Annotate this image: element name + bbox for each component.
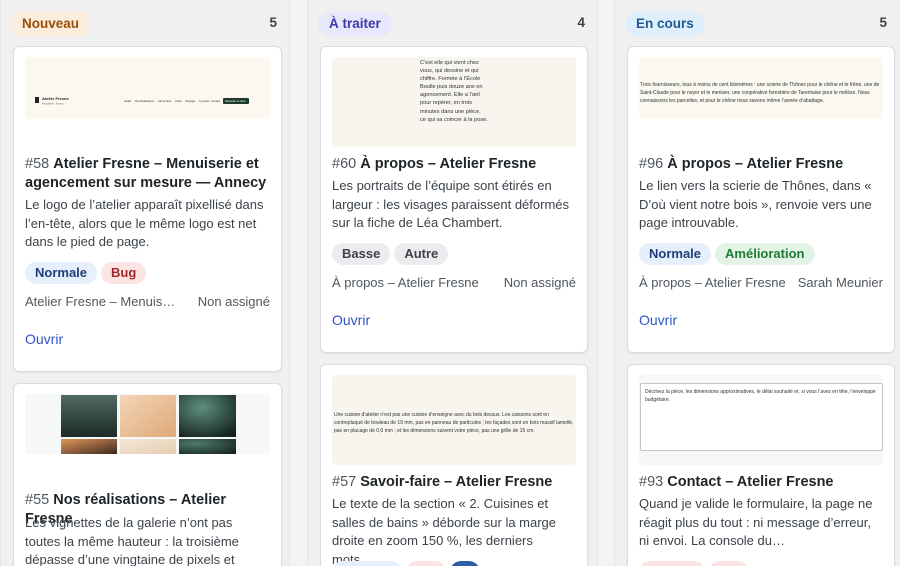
ticket-description: Le lien vers la scierie de Thônes, dans … bbox=[639, 178, 872, 231]
card-meta: À propos – Atelier Fresne Sarah Meunier bbox=[639, 275, 883, 293]
thumb-nav-1: Nos Réalisations bbox=[135, 99, 155, 103]
thumb-nav-6: Contact bbox=[211, 99, 220, 103]
page-thumbnail: Une cuisine d’atelier n’est pas une cuis… bbox=[332, 375, 576, 465]
ticket-title: Atelier Fresne – Menuiserie et agencemen… bbox=[25, 156, 267, 191]
card-meta: Atelier Fresne – Menuiserie et agencemen… bbox=[25, 294, 270, 312]
ticket-description: Quand je valide le formulaire, la page n… bbox=[639, 496, 873, 549]
open-link[interactable]: Ouvrir bbox=[639, 312, 677, 328]
column-header: En cours 5 bbox=[615, 12, 900, 36]
ticket-title: Contact – Atelier Fresne bbox=[667, 474, 834, 490]
column-count: 5 bbox=[269, 15, 277, 30]
tag-stub bbox=[332, 561, 402, 566]
tag-list: Normale Amélioration bbox=[639, 243, 819, 265]
tag-list bbox=[332, 561, 484, 566]
ticket-card-93[interactable]: Décrivez la pièce, les dimensions approx… bbox=[627, 364, 895, 566]
open-link[interactable]: Ouvrir bbox=[25, 331, 63, 347]
gallery-tile-4 bbox=[61, 439, 117, 454]
gallery-tile-6 bbox=[179, 439, 236, 454]
column-count: 4 bbox=[577, 15, 585, 30]
ticket-number: #60 bbox=[332, 156, 357, 172]
card-title: #60 À propos – Atelier Fresne bbox=[332, 155, 576, 174]
header-preview: Atelier Fresne Menuiserie · Annecy Ateli… bbox=[25, 57, 270, 119]
type-tag: Autre bbox=[394, 243, 449, 265]
page-thumbnail: C’est elle qui vient chez vous, qui dess… bbox=[332, 57, 576, 147]
ticket-card-55[interactable]: #55 Nos réalisations – Atelier Fresne Le… bbox=[13, 383, 282, 566]
thumb-text: Trois fournisseurs, tous à moins de cent… bbox=[640, 82, 880, 105]
thumb-nav-2: Savoir-faire bbox=[158, 99, 172, 103]
ticket-description: Les portraits de l’équipe sont étirés en… bbox=[332, 178, 570, 231]
thumb-text: Décrivez la pièce, les dimensions approx… bbox=[645, 389, 876, 403]
type-tag: Amélioration bbox=[715, 243, 815, 265]
card-title: #58 Atelier Fresne – Menuiserie et agenc… bbox=[25, 155, 270, 193]
thumb-nav-0: Atelier bbox=[124, 99, 131, 103]
ticket-number: #58 bbox=[25, 156, 50, 172]
column-a-traiter: À traiter 4 C’est elle qui vient chez vo… bbox=[307, 0, 598, 566]
gallery-tile-1 bbox=[61, 395, 117, 437]
page-thumbnail: Atelier Fresne Menuiserie · Annecy Ateli… bbox=[25, 57, 270, 119]
column-header: À traiter 4 bbox=[308, 12, 597, 36]
ticket-title: À propos – Atelier Fresne bbox=[667, 156, 844, 172]
ticket-card-58[interactable]: Atelier Fresne Menuiserie · Annecy Ateli… bbox=[13, 46, 282, 372]
svg-text:Menuiserie · Annecy: Menuiserie · Annecy bbox=[42, 103, 64, 106]
page-name: À propos – Atelier Fresne bbox=[332, 275, 479, 290]
column-en-cours: En cours 5 Trois fournisseurs, tous à mo… bbox=[614, 0, 900, 566]
ticket-description: Le texte de la section « 2. Cuisines et … bbox=[332, 496, 557, 566]
column-header: Nouveau 5 bbox=[1, 12, 289, 36]
gallery-thumbnail bbox=[25, 394, 270, 454]
column-nouveau: Nouveau 5 Atelier Fresne Menuiserie · An… bbox=[0, 0, 290, 566]
page-name: À propos – Atelier Fresne bbox=[639, 275, 786, 290]
assignee: Non assigné bbox=[503, 275, 576, 290]
ticket-number: #96 bbox=[639, 156, 664, 172]
gallery-tile-5 bbox=[120, 439, 176, 454]
column-label: À traiter bbox=[318, 12, 392, 36]
tag-stub bbox=[450, 561, 480, 566]
column-label: Nouveau bbox=[11, 12, 91, 36]
thumb-nav-3: Outils bbox=[175, 99, 182, 103]
column-count: 5 bbox=[879, 15, 887, 30]
open-link[interactable]: Ouvrir bbox=[332, 312, 370, 328]
gallery-tile-3 bbox=[179, 395, 236, 437]
thumb-cta: Demander un devis bbox=[225, 100, 247, 103]
ticket-card-57[interactable]: Une cuisine d’atelier n’est pas une cuis… bbox=[320, 364, 588, 566]
ticket-title: À propos – Atelier Fresne bbox=[360, 156, 537, 172]
card-title: #57 Savoir-faire – Atelier Fresne bbox=[332, 473, 576, 492]
tag-list bbox=[639, 561, 753, 566]
page-thumbnail: Décrivez la pièce, les dimensions approx… bbox=[639, 375, 883, 465]
assignee: Sarah Meunier bbox=[797, 275, 883, 290]
tag-list: Normale Bug bbox=[25, 262, 150, 284]
thumb-text: C’est elle qui vient chez vous, qui dess… bbox=[420, 60, 488, 123]
tag-stub bbox=[406, 561, 446, 566]
ticket-description: Le logo de l’atelier apparaît pixellisé … bbox=[25, 197, 264, 250]
priority-tag: Basse bbox=[332, 243, 391, 265]
tag-stub bbox=[709, 561, 749, 566]
thumb-nav-5: À propos bbox=[199, 99, 210, 103]
assignee: Non assigné bbox=[197, 294, 270, 309]
type-tag: Bug bbox=[101, 262, 147, 284]
page-name: Atelier Fresne – Menuiserie et agencemen… bbox=[25, 294, 177, 309]
thumb-nav-4: Stratégie bbox=[185, 99, 196, 103]
ticket-description: Les vignettes de la galerie n’ont pas to… bbox=[25, 515, 239, 566]
priority-tag: Normale bbox=[25, 262, 98, 284]
ticket-number: #55 bbox=[25, 492, 50, 508]
tag-stub bbox=[639, 561, 705, 566]
ticket-number: #93 bbox=[639, 474, 664, 490]
tag-list: Basse Autre bbox=[332, 243, 452, 265]
column-label: En cours bbox=[625, 12, 705, 36]
thumb-brand: Atelier Fresne bbox=[42, 96, 69, 101]
ticket-card-96[interactable]: Trois fournisseurs, tous à moins de cent… bbox=[627, 46, 895, 353]
page-thumbnail: Trois fournisseurs, tous à moins de cent… bbox=[639, 57, 883, 119]
priority-tag: Normale bbox=[639, 243, 712, 265]
thumb-text: Une cuisine d’atelier n’est pas une cuis… bbox=[334, 412, 574, 435]
card-title: #93 Contact – Atelier Fresne bbox=[639, 473, 883, 492]
ticket-title: Savoir-faire – Atelier Fresne bbox=[360, 474, 553, 490]
ticket-card-60[interactable]: C’est elle qui vient chez vous, qui dess… bbox=[320, 46, 588, 353]
gallery-tile-2 bbox=[120, 395, 176, 437]
card-meta: À propos – Atelier Fresne Non assigné bbox=[332, 275, 576, 293]
gallery-preview bbox=[61, 395, 236, 454]
ticket-number: #57 bbox=[332, 474, 357, 490]
card-title: #96 À propos – Atelier Fresne bbox=[639, 155, 883, 174]
